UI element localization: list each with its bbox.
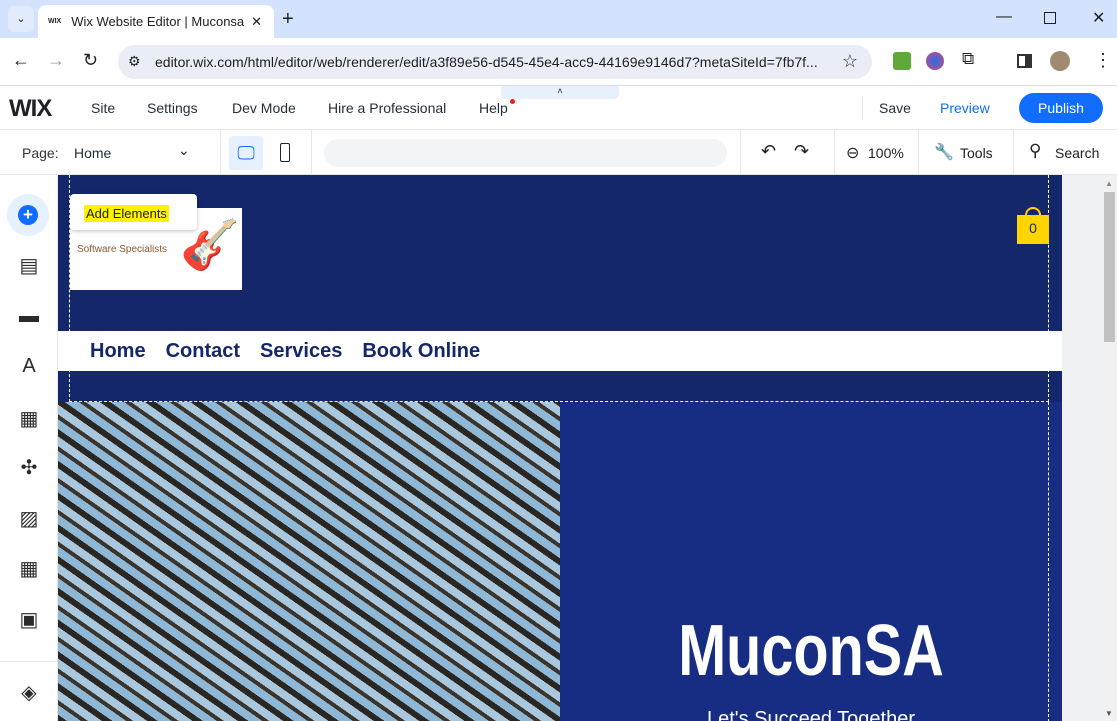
menu-hire-professional[interactable]: Hire a Professional [328,100,446,116]
site-info-icon[interactable]: ⚙ [128,53,141,70]
layers-icon[interactable]: ◈ [17,681,41,705]
canvas-margin: ▲ ▼ [1062,175,1117,721]
sections-icon[interactable]: ▤ [17,254,41,278]
site-nav: Home Contact Services Book Online [58,331,1062,371]
extension-color-icon[interactable] [926,52,944,70]
hero-subtitle: Let's Succeed Together [706,708,916,721]
nav-services[interactable]: Services [260,340,342,363]
wrench-icon: 🔧 [934,144,954,161]
cart-count: 0 [1029,220,1037,236]
browser-menu-icon[interactable]: ⋮ [1094,50,1112,71]
menu-settings[interactable]: Settings [147,100,198,116]
menu-help[interactable]: Help [479,100,508,116]
side-panel-icon[interactable] [1017,54,1032,68]
page-selector[interactable]: Home [74,145,111,161]
editor-canvas[interactable]: Software Specialists 🎸 Add Elements 0 Ho… [58,175,1062,721]
media-icon[interactable]: ▨ [17,507,41,531]
search-button[interactable]: Search [1055,145,1099,161]
back-icon[interactable]: ← [12,50,30,71]
profile-avatar[interactable] [1050,51,1070,71]
wix-logo[interactable]: WIX [9,95,52,123]
logo-tagline: Software Specialists [77,244,168,255]
zoom-level[interactable]: 100% [868,145,904,161]
reload-icon[interactable]: ↻ [83,50,98,71]
apps-icon[interactable]: ▦ [17,407,41,431]
nav-book-online[interactable]: Book Online [362,340,480,363]
chevron-down-icon[interactable]: ⌄ [178,142,190,159]
business-tools-icon[interactable]: ▣ [17,608,41,632]
zoom-out-icon[interactable]: ⊖ [846,143,859,163]
editor-toolbar: Page: Home ⌄ 🖵 ↶ ↷ ⊖ 100% 🔧 Tools ⚲ Sear… [0,130,1117,175]
browser-tab[interactable]: WIX Wix Website Editor | Muconsa ✕ [38,5,274,38]
publish-button[interactable]: Publish [1019,93,1103,123]
collapse-toolbar-handle[interactable]: ˄ [501,86,619,99]
save-button[interactable]: Save [879,100,911,116]
add-elements-tooltip: Add Elements [70,194,197,230]
page-label: Page: [22,145,59,161]
cms-icon[interactable]: ▦ [17,557,41,581]
url-field[interactable]: ⚙ editor.wix.com/html/editor/web/rendere… [118,45,872,79]
nav-contact[interactable]: Contact [166,340,240,363]
design-icon[interactable]: A [17,354,41,378]
tooltip-text: Add Elements [84,205,169,222]
url-slug-field[interactable] [324,139,727,167]
close-tab-icon[interactable]: ✕ [251,14,262,30]
mobile-view-icon[interactable] [280,143,290,162]
forward-icon[interactable]: → [47,50,65,71]
tab-search-button[interactable]: ⌄ [8,6,34,32]
nav-home[interactable]: Home [90,340,146,363]
scrollbar[interactable]: ▲ ▼ [1102,175,1117,721]
section-guide [1048,402,1049,721]
menu-site[interactable]: Site [91,100,115,116]
notification-dot [510,99,515,104]
desktop-view-icon[interactable]: 🖵 [229,136,263,170]
pages-icon[interactable]: ▬ [17,304,41,328]
search-icon: ⚲ [1029,141,1042,160]
redo-icon[interactable]: ↷ [794,141,809,162]
cart-button[interactable]: 0 [1017,207,1049,244]
browser-tab-bar: ⌄ WIX Wix Website Editor | Muconsa ✕ + —… [0,0,1117,38]
add-apps-icon[interactable]: ✣ [17,456,41,480]
preview-button[interactable]: Preview [940,100,990,116]
hero-image[interactable] [58,402,560,721]
undo-icon[interactable]: ↶ [761,141,776,162]
left-sidebar: + ▤ ▬ A ▦ ✣ ▨ ▦ ▣ ◈ [0,175,58,721]
extension-print-icon[interactable] [893,52,911,70]
minimize-icon[interactable]: — [996,8,1012,26]
bookmark-star-icon[interactable]: ☆ [842,51,858,72]
hero-title: MuconSA [678,611,944,691]
tab-title: Wix Website Editor | Muconsa [71,14,245,29]
add-elements-button[interactable]: + [7,194,49,236]
extensions-puzzle-icon[interactable]: ⧉ [962,49,974,69]
maximize-icon[interactable] [1044,12,1056,24]
plus-icon: + [18,205,38,225]
wix-top-bar: WIX Site Settings Dev Mode Hire a Profes… [0,86,1117,130]
wix-favicon-icon: WIX [48,18,62,25]
menu-dev-mode[interactable]: Dev Mode [232,100,296,116]
hero-text-section[interactable]: MuconSA Let's Succeed Together [560,402,1062,721]
scrollbar-thumb[interactable] [1104,192,1115,342]
close-window-icon[interactable]: ✕ [1092,8,1105,28]
new-tab-icon[interactable]: + [282,8,294,31]
tools-button[interactable]: Tools [960,145,993,161]
url-text: editor.wix.com/html/editor/web/renderer/… [155,54,818,70]
